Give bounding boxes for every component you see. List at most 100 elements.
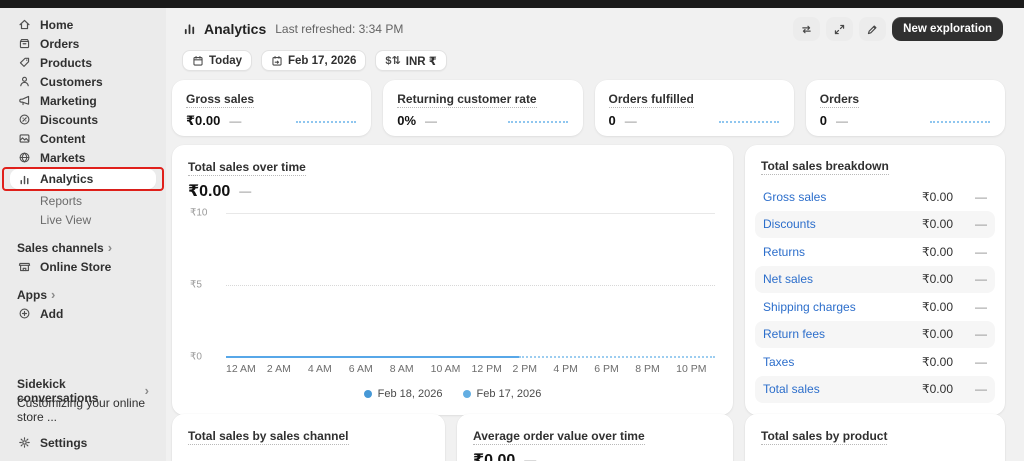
last-refreshed-text: Last refreshed: 3:34 PM: [275, 22, 404, 36]
breakdown-delta: —: [975, 382, 987, 397]
metric-title[interactable]: Returning customer rate: [397, 92, 537, 108]
sidebar-item-add-app[interactable]: Add: [10, 304, 156, 323]
series-line-feb18: [226, 356, 520, 358]
cycle-arrows-icon: [802, 25, 811, 33]
metric-title[interactable]: Orders fulfilled: [608, 92, 694, 108]
breakdown-delta: —: [975, 299, 987, 314]
metric-delta: —: [835, 113, 848, 128]
breakdown-value: ₹0.00: [922, 272, 953, 287]
breakdown-value: ₹0.00: [922, 327, 953, 342]
sidebar-item-discounts[interactable]: Discounts: [10, 110, 156, 129]
cycle-refresh-button[interactable]: [793, 17, 821, 41]
breakdown-link[interactable]: Net sales: [763, 272, 922, 286]
calendar-compare-icon: [272, 55, 282, 66]
metric-card-orders-fulfilled: Orders fulfilled 0 —: [594, 80, 794, 136]
breakdown-link[interactable]: Return fees: [763, 327, 922, 341]
metric-title[interactable]: Orders: [819, 92, 860, 108]
sidebar-item-products[interactable]: Products: [10, 53, 156, 72]
breakdown-value: ₹0.00: [922, 354, 953, 369]
series-line-feb17: [519, 356, 715, 358]
breakdown-value: ₹0.00: [922, 382, 953, 397]
average-order-value-card: Average order value over time ₹0.00 —: [457, 414, 733, 461]
sidebar-item-online-store[interactable]: Online Store: [10, 257, 156, 276]
sidebar-subitem-label: Live View: [40, 212, 92, 227]
breakdown-link[interactable]: Returns: [763, 245, 922, 259]
sidebar-item-label: Customers: [40, 74, 103, 89]
sidebar-item-label: Marketing: [40, 93, 97, 108]
breakdown-link[interactable]: Total sales: [763, 382, 922, 396]
sidekick-conversation-label: Customizing your online store ...: [17, 395, 146, 424]
card-title[interactable]: Total sales by sales channel: [188, 429, 349, 445]
breakdown-value: ₹0.00: [922, 244, 953, 259]
metric-card-returning-customer-rate: Returning customer rate 0% —: [383, 80, 583, 136]
breakdown-link[interactable]: Shipping charges: [763, 300, 922, 314]
settings-gear-icon: [17, 436, 31, 450]
breakdown-row: Shipping charges ₹0.00 —: [755, 293, 995, 321]
sidebar-item-home[interactable]: Home: [10, 15, 156, 34]
customers-icon: [17, 75, 31, 89]
expand-arrows-icon: [835, 24, 845, 34]
sidebar-item-label: Home: [40, 17, 74, 32]
sparkline: [507, 121, 568, 123]
sparkline: [930, 121, 990, 123]
chart-title[interactable]: Total sales over time: [188, 160, 306, 176]
sidebar-item-marketing[interactable]: Marketing: [10, 91, 156, 110]
edit-button[interactable]: [859, 17, 887, 41]
sidebar-item-label: Add: [40, 306, 64, 321]
metric-card-orders: Orders 0 —: [805, 80, 1005, 136]
x-axis-tick: 2 PM: [512, 363, 537, 375]
calendar-icon: [193, 55, 203, 66]
breakdown-value: ₹0.00: [922, 189, 953, 204]
x-axis-tick: 8 AM: [389, 363, 414, 375]
total-sales-by-product-card: Total sales by product: [745, 414, 1005, 461]
legend-label: Feb 17, 2026: [476, 388, 542, 400]
card-title[interactable]: Total sales by product: [761, 429, 888, 445]
sidebar-item-customers[interactable]: Customers: [10, 72, 156, 91]
compare-date-button[interactable]: Feb 17, 2026: [261, 50, 367, 71]
apps-section[interactable]: Apps ›: [10, 285, 156, 304]
compare-date-label: Feb 17, 2026: [288, 54, 357, 67]
breakdown-link[interactable]: Taxes: [763, 355, 922, 369]
gridline: [226, 213, 715, 214]
content-icon: [17, 132, 31, 146]
breakdown-link[interactable]: Discounts: [763, 217, 922, 231]
sidebar-item-label: Content: [40, 131, 86, 146]
app-window: Home Orders Products Customers Marketing…: [0, 0, 1024, 461]
legend-item-feb18[interactable]: Feb 18, 2026: [363, 388, 443, 400]
metric-title[interactable]: Gross sales: [186, 92, 255, 108]
sidebar-item-content[interactable]: Content: [10, 129, 156, 148]
breakdown-link[interactable]: Gross sales: [763, 190, 922, 204]
breakdown-value: ₹0.00: [922, 217, 953, 232]
metric-value: 0: [819, 113, 827, 128]
line-chart: ₹10 ₹5 ₹0: [188, 208, 717, 363]
breakdown-row: Returns ₹0.00 —: [755, 238, 995, 266]
gridline: [226, 285, 715, 286]
sidekick-conversation-item[interactable]: Customizing your online store ...: [10, 396, 156, 424]
card-title[interactable]: Average order value over time: [473, 429, 645, 445]
page-header: Analytics Last refreshed: 3:34 PM New ex…: [182, 17, 1003, 41]
currency-button[interactable]: $⇅ INR ₹: [375, 50, 447, 71]
breakdown-title[interactable]: Total sales breakdown: [761, 159, 889, 175]
chart-value: ₹0.00: [188, 183, 231, 200]
sidebar-item-label: Products: [40, 55, 93, 70]
sales-channels-label: Sales channels: [17, 240, 104, 255]
sidebar-item-label: Analytics: [40, 172, 94, 186]
legend-item-feb17[interactable]: Feb 17, 2026: [462, 388, 542, 400]
sidebar-item-orders[interactable]: Orders: [10, 34, 156, 53]
metric-delta: —: [425, 113, 438, 128]
currency-exchange-icon: $⇅: [385, 55, 401, 67]
sidebar-item-analytics[interactable]: Analytics: [10, 169, 156, 189]
header-actions: New exploration: [793, 17, 1003, 41]
sidebar-item-reports[interactable]: Reports: [10, 191, 156, 210]
expand-button[interactable]: [826, 17, 854, 41]
date-range-today-button[interactable]: Today: [182, 50, 253, 71]
sidebar-item-markets[interactable]: Markets: [10, 148, 156, 167]
sidebar-item-settings[interactable]: Settings: [10, 433, 156, 452]
sidebar-item-live-view[interactable]: Live View: [10, 210, 156, 229]
sidebar-item-label: Orders: [40, 36, 80, 51]
x-axis: 12 AM 2 AM 4 AM 6 AM 8 AM 10 AM 12 PM 2 …: [226, 363, 717, 375]
bottom-row: Total sales by sales channel Average ord…: [172, 414, 1005, 461]
new-exploration-button[interactable]: New exploration: [892, 17, 1003, 41]
total-sales-breakdown-card: Total sales breakdown Gross sales ₹0.00 …: [745, 145, 1005, 415]
sales-channels-section[interactable]: Sales channels ›: [10, 238, 156, 257]
